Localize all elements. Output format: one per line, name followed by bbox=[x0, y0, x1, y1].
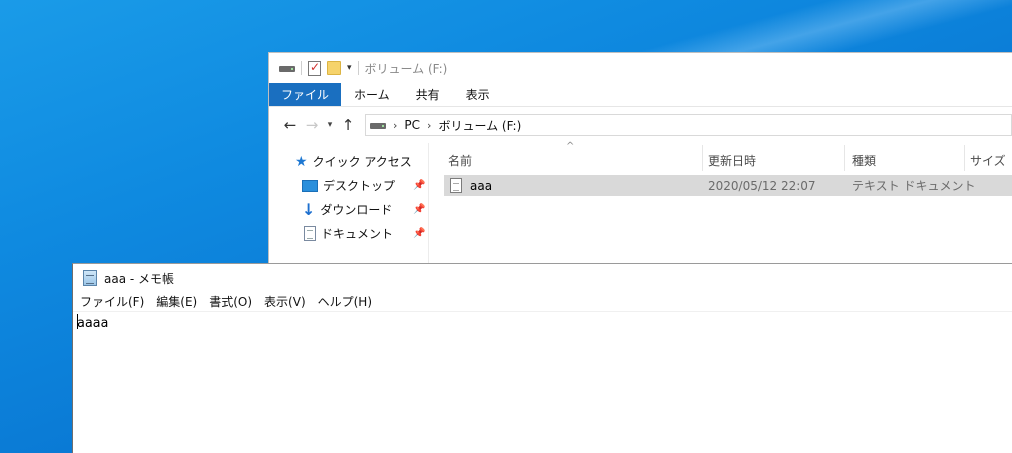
document-icon bbox=[304, 226, 316, 241]
table-row[interactable]: aaa 2020/05/12 22:07 テキスト ドキュメント bbox=[444, 175, 1012, 196]
nav-item-desktop[interactable]: デスクトップ bbox=[302, 177, 395, 194]
notepad-window[interactable]: aaa - メモ帳 ファイル(F) 編集(E) 書式(O) 表示(V) ヘルプ(… bbox=[72, 263, 1012, 453]
notepad-text-area[interactable]: aaaa bbox=[77, 314, 1012, 453]
back-arrow-icon[interactable]: ← bbox=[279, 116, 301, 134]
nav-item-label: ドキュメント bbox=[321, 227, 394, 241]
tab-share[interactable]: 共有 bbox=[403, 83, 453, 106]
notepad-window-title: aaa - メモ帳 bbox=[104, 271, 175, 286]
notepad-menu-bar: ファイル(F) 編集(E) 書式(O) 表示(V) ヘルプ(H) bbox=[73, 292, 1012, 312]
up-arrow-icon[interactable]: ↑ bbox=[337, 116, 359, 134]
toolbar-separator bbox=[357, 61, 359, 75]
star-icon: ★ bbox=[295, 153, 308, 170]
tab-home[interactable]: ホーム bbox=[341, 83, 403, 106]
explorer-titlebar[interactable]: ▾ ボリューム (F:) bbox=[269, 53, 1012, 83]
pin-icon[interactable]: 📌 bbox=[413, 204, 425, 215]
menu-help[interactable]: ヘルプ(H) bbox=[312, 293, 378, 310]
recent-locations-chevron-icon[interactable]: ▾ bbox=[323, 120, 337, 130]
column-header-type[interactable]: 種類 bbox=[848, 149, 964, 171]
nav-item-documents[interactable]: ドキュメント bbox=[304, 225, 393, 242]
menu-edit[interactable]: 編集(E) bbox=[150, 293, 203, 310]
file-modified: 2020/05/12 22:07 bbox=[708, 178, 816, 193]
menu-format[interactable]: 書式(O) bbox=[203, 293, 258, 310]
customize-toolbar-icon[interactable]: ▾ bbox=[347, 63, 352, 73]
menu-view[interactable]: 表示(V) bbox=[258, 293, 312, 310]
file-list: ^ 名前 更新日時 種類 サイズ aaa 2020/05/12 22:07 テキ… bbox=[444, 141, 1012, 272]
file-explorer-window[interactable]: ▾ ボリューム (F:) ファイル ホーム 共有 表示 ← → ▾ ↑ › PC… bbox=[268, 52, 1012, 272]
notepad-content: aaaa bbox=[77, 316, 109, 331]
navigation-pane: ★ クイック アクセス デスクトップ 📌 ↓ ダウンロード 📌 ドキュメント 📌 bbox=[269, 143, 429, 272]
pin-icon[interactable]: 📌 bbox=[413, 228, 425, 239]
nav-item-downloads[interactable]: ↓ ダウンロード bbox=[302, 201, 392, 218]
menu-file[interactable]: ファイル(F) bbox=[74, 293, 150, 310]
nav-item-label: デスクトップ bbox=[323, 179, 396, 193]
new-folder-icon[interactable] bbox=[327, 61, 341, 75]
toolbar-separator bbox=[301, 61, 302, 75]
file-type: テキスト ドキュメント bbox=[852, 179, 976, 193]
drive-icon bbox=[279, 64, 295, 72]
pin-icon[interactable]: 📌 bbox=[413, 180, 425, 191]
nav-item-label: ダウンロード bbox=[320, 203, 393, 217]
file-name: aaa bbox=[470, 178, 493, 193]
ribbon-tabs: ファイル ホーム 共有 表示 bbox=[269, 83, 1012, 107]
forward-arrow-icon[interactable]: → bbox=[301, 116, 323, 134]
text-file-icon bbox=[450, 178, 462, 193]
column-divider[interactable] bbox=[844, 145, 845, 171]
quick-access-toolbar: ▾ bbox=[279, 60, 359, 76]
desktop-background bbox=[560, 0, 1012, 60]
nav-quick-access-label: クイック アクセス bbox=[312, 155, 412, 169]
nav-quick-access[interactable]: ★ クイック アクセス bbox=[295, 153, 412, 170]
address-bar[interactable]: › PC › ボリューム (F:) bbox=[365, 114, 1012, 136]
navigation-bar: ← → ▾ ↑ › PC › ボリューム (F:) bbox=[269, 111, 1012, 139]
explorer-window-title: ボリューム (F:) bbox=[364, 61, 448, 76]
column-header-size[interactable]: サイズ bbox=[966, 149, 1012, 171]
tab-file[interactable]: ファイル bbox=[269, 83, 342, 106]
address-drive-icon bbox=[370, 121, 386, 129]
download-icon: ↓ bbox=[302, 199, 316, 219]
desktop-icon bbox=[302, 179, 318, 192]
breadcrumb-pc[interactable]: PC bbox=[404, 118, 420, 132]
column-header-modified[interactable]: 更新日時 bbox=[704, 149, 844, 171]
notepad-titlebar[interactable]: aaa - メモ帳 bbox=[73, 264, 1012, 292]
notepad-icon bbox=[83, 270, 97, 286]
chevron-right-icon[interactable]: › bbox=[427, 119, 431, 132]
column-header-name[interactable]: 名前 bbox=[444, 149, 702, 171]
file-name-cell: aaa bbox=[450, 175, 492, 196]
properties-icon[interactable] bbox=[308, 60, 321, 76]
breadcrumb-volume[interactable]: ボリューム (F:) bbox=[438, 117, 521, 134]
tab-view[interactable]: 表示 bbox=[453, 83, 503, 106]
column-divider[interactable] bbox=[964, 145, 965, 171]
chevron-right-icon[interactable]: › bbox=[393, 119, 397, 132]
column-divider[interactable] bbox=[702, 145, 703, 171]
